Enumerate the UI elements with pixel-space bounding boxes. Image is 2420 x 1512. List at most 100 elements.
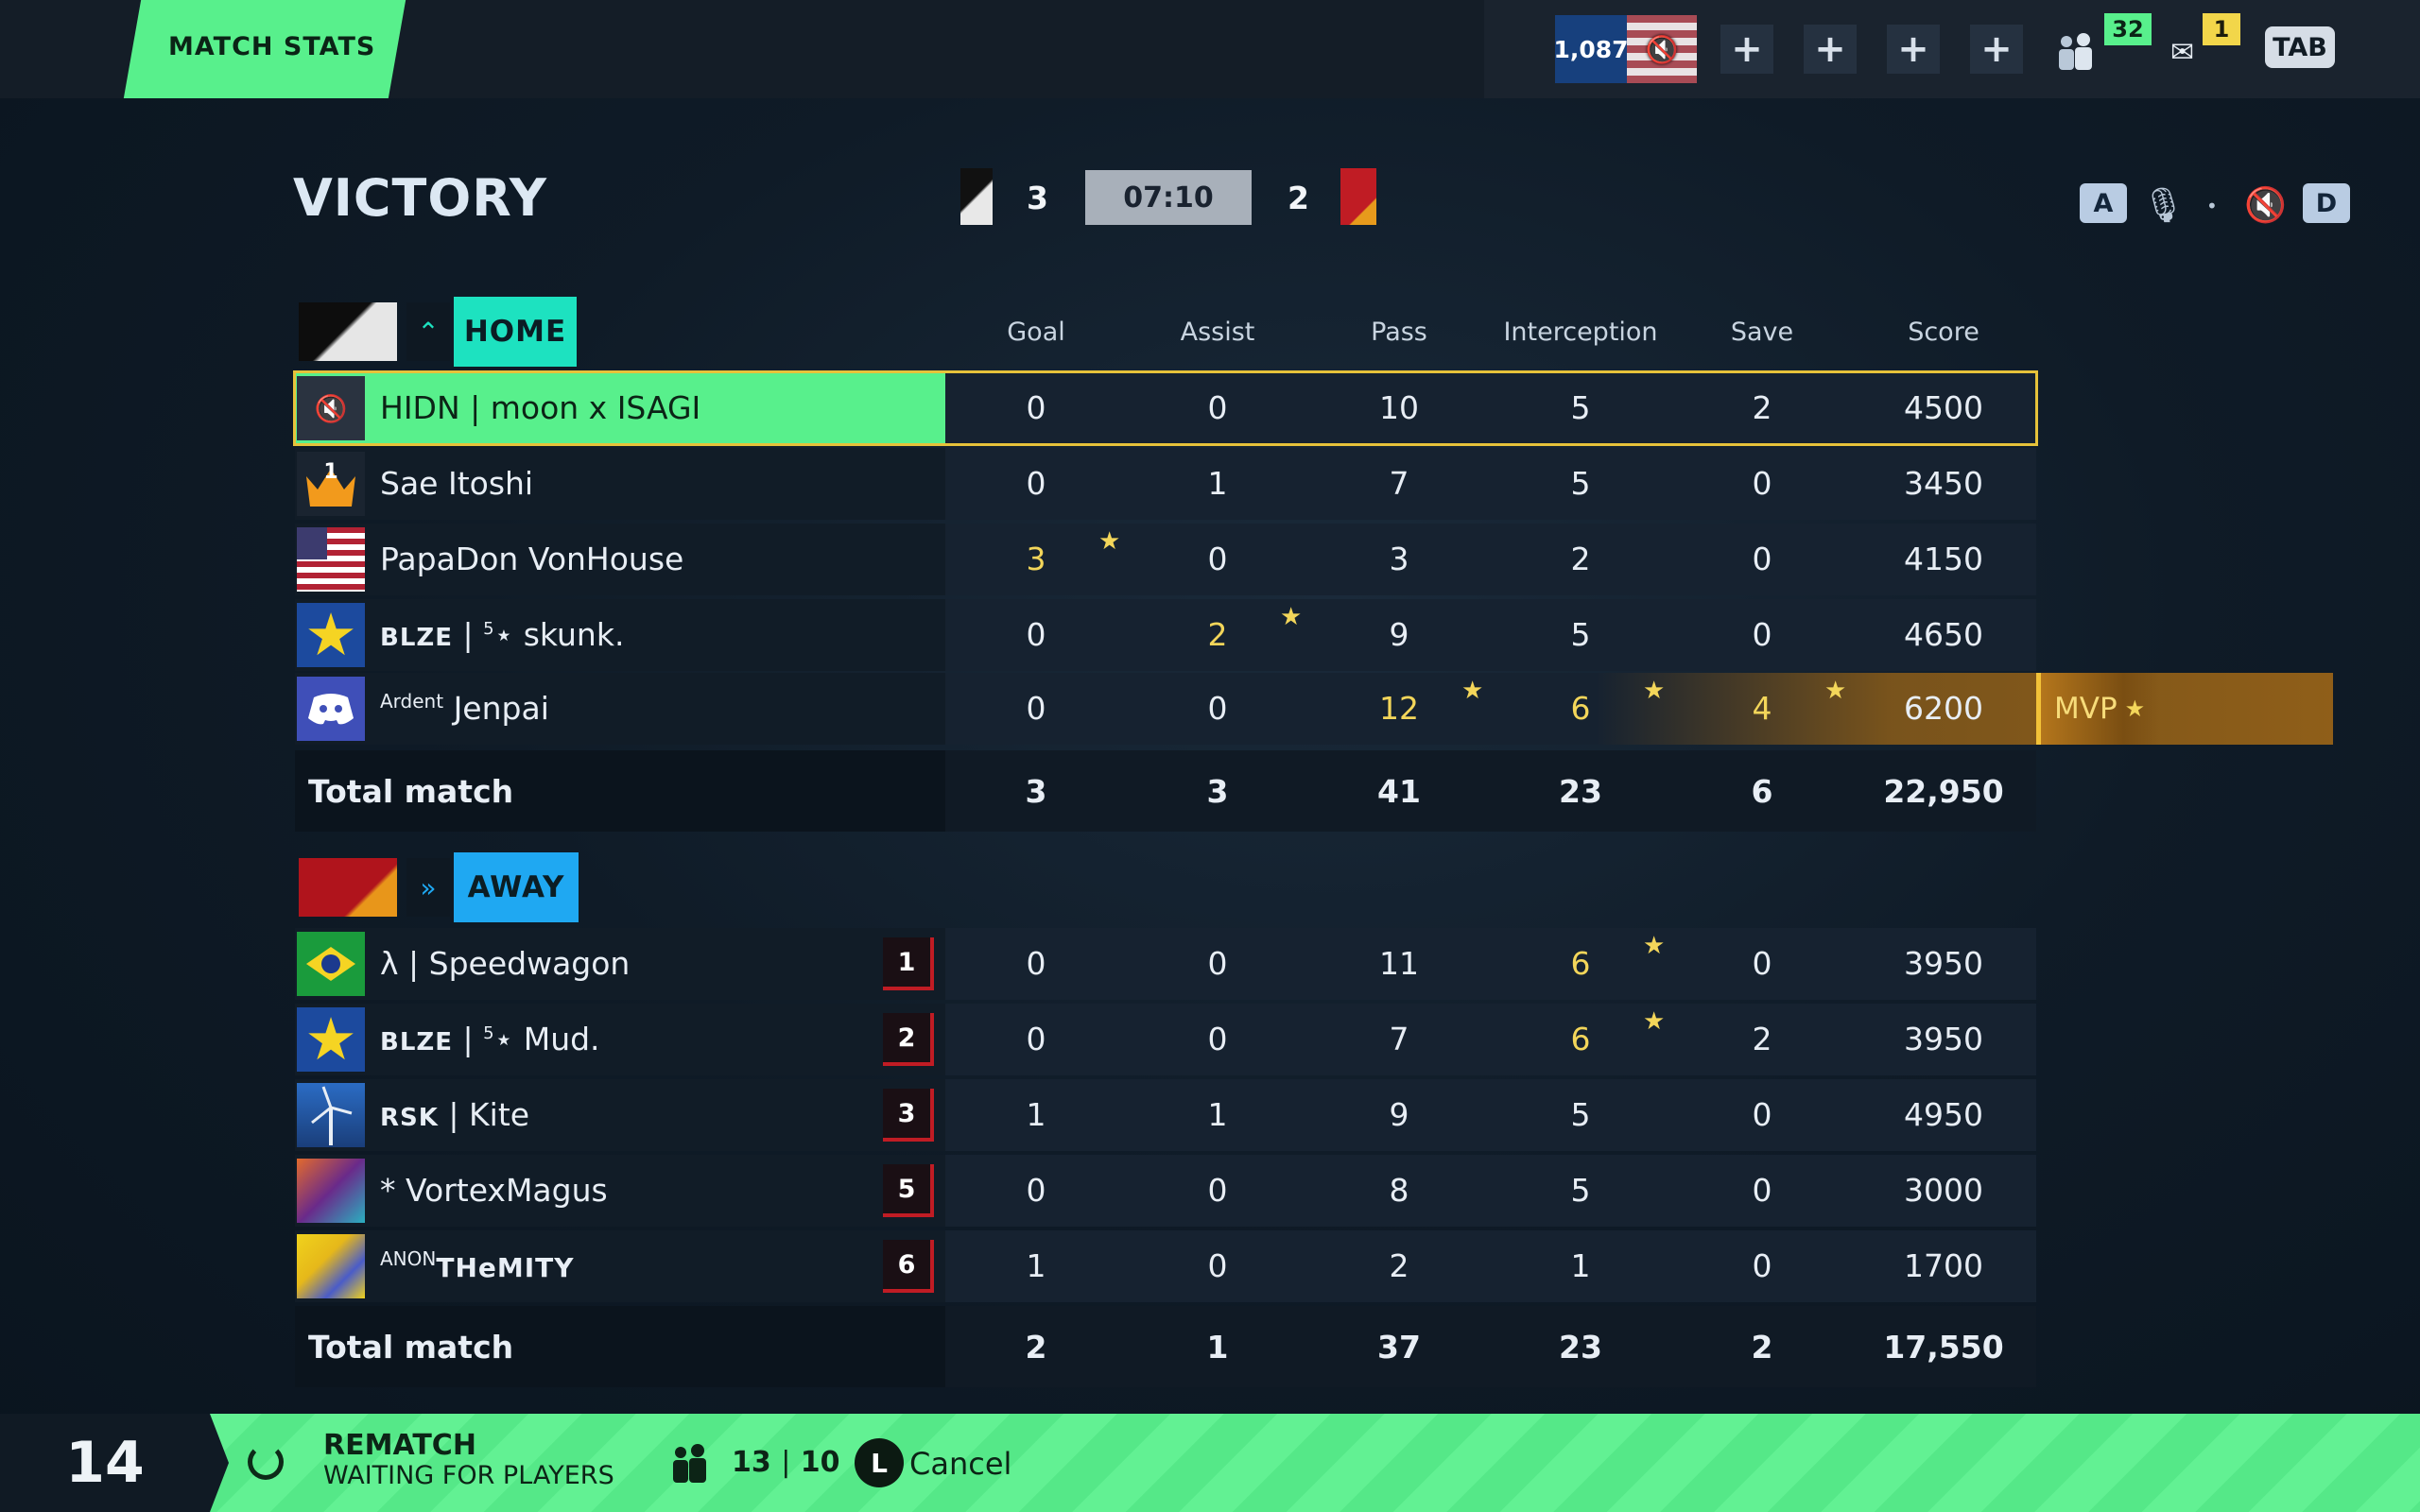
player-name: BLZE | 5⋆ Mud.	[380, 1021, 600, 1057]
best-stat-star-icon: ★	[1643, 932, 1666, 960]
stat-save: 0	[1752, 1247, 1772, 1284]
stat-save: 0	[1752, 1096, 1772, 1133]
star-icon: ★	[304, 603, 357, 667]
brazil-flag-icon	[306, 947, 355, 981]
stat-score: 4150	[1904, 541, 1983, 577]
brazil-flag-avatar	[297, 932, 365, 996]
round-counter-notch	[210, 1414, 229, 1512]
add-slot-button-2[interactable]: +	[1804, 25, 1857, 74]
column-header-assist: Assist	[1180, 318, 1255, 347]
rank-badge: 3	[883, 1089, 934, 1142]
tab-key-button[interactable]: TAB	[2265, 26, 2335, 68]
rematch-title: REMATCH	[323, 1429, 476, 1462]
stat-interception: 5	[1570, 616, 1591, 653]
stat-pass: 7	[1389, 465, 1409, 502]
stat-save: 0	[1752, 945, 1772, 982]
stat-score: 6200	[1904, 690, 1983, 727]
stat-goal: 0	[1026, 690, 1046, 727]
stat-goal: 0	[1026, 1021, 1046, 1057]
best-stat-star-icon: ★	[1461, 677, 1484, 705]
away-player-row-5[interactable]: ANONTHeMITY 6 1 0 2 1 0 1700	[295, 1230, 2036, 1302]
stat-pass: 10	[1379, 389, 1419, 426]
cancel-key-l[interactable]: L	[855, 1438, 904, 1487]
abstract-avatar	[297, 1234, 365, 1298]
speaker-muted-icon[interactable]: 🔇	[2244, 185, 2287, 225]
away-player-row-3[interactable]: RSK | Kite 3 1 1 9 5 0 4950	[295, 1079, 2036, 1151]
stat-save: 0	[1752, 1172, 1772, 1209]
discord-avatar	[297, 677, 365, 741]
star-avatar: ★	[297, 603, 365, 667]
mail-count-badge: 1	[2203, 13, 2240, 45]
key-a-button[interactable]: A	[2080, 183, 2127, 223]
key-d-button[interactable]: D	[2303, 183, 2350, 223]
rank-badge: 6	[883, 1240, 934, 1293]
stat-goal: 0	[1026, 389, 1046, 426]
players-icon	[673, 1444, 706, 1483]
player-name: RSK | Kite	[380, 1096, 530, 1133]
away-team-label: AWAY	[454, 852, 579, 922]
total-label: Total match	[308, 773, 514, 810]
rank-badge: 5	[883, 1164, 934, 1217]
stat-assist: 0	[1207, 1247, 1228, 1284]
total-save: 6	[1751, 773, 1773, 810]
stat-interception: 5	[1570, 1172, 1591, 1209]
profile-flag-badge[interactable]: 🔇	[1627, 15, 1697, 83]
stat-score: 3950	[1904, 945, 1983, 982]
stat-assist: 0	[1207, 1021, 1228, 1057]
stat-save: 2	[1752, 1021, 1772, 1057]
player-name: BLZE | 5⋆ skunk.	[380, 616, 625, 653]
away-player-row-4[interactable]: * VortexMagus 5 0 0 8 5 0 3000	[295, 1155, 2036, 1227]
mvp-badge: MVP ★	[2036, 673, 2159, 745]
stat-pass: 8	[1389, 1172, 1409, 1209]
rank-badge: 2	[883, 1013, 934, 1066]
home-player-row-3[interactable]: PapaDon VonHouse 3 ★ 0 3 2 0 4150	[295, 524, 2036, 595]
mute-icon: 🔇	[314, 392, 348, 424]
stat-interception: 5	[1570, 1096, 1591, 1133]
home-player-row-2[interactable]: 1 Sae Itoshi 0 1 7 5 0 3450	[295, 448, 2036, 520]
monster-avatar	[297, 1159, 365, 1223]
player-name: * VortexMagus	[380, 1172, 608, 1209]
away-player-row-2[interactable]: ★ BLZE | 5⋆ Mud. 2 0 0 7 6 ★ 2 3950	[295, 1004, 2036, 1075]
mic-muted-icon[interactable]: 🎙	[2142, 185, 2186, 225]
discord-icon	[308, 694, 354, 725]
home-player-row-1[interactable]: 🔇 HIDN | moon x ISAGI 0 0 10 5 2 4500	[295, 372, 2036, 444]
loading-spinner-icon	[248, 1444, 284, 1480]
cancel-button[interactable]: Cancel	[909, 1446, 1011, 1482]
player-name: Ardent Jenpai	[380, 690, 549, 727]
rank-badge: 1	[883, 937, 934, 990]
stat-interception: 2	[1570, 541, 1591, 577]
away-total-row: Total match 2 1 37 23 2 17,550	[295, 1306, 2036, 1387]
us-flag-avatar	[297, 527, 365, 592]
stat-interception: 5	[1570, 389, 1591, 426]
player-avatar: 🔇	[297, 376, 365, 440]
dot-separator-icon: •	[2206, 195, 2218, 217]
round-counter: 14	[0, 1414, 210, 1512]
currency-display: 1,087	[1553, 15, 1629, 83]
add-slot-button-1[interactable]: +	[1720, 25, 1773, 74]
stat-score: 4950	[1904, 1096, 1983, 1133]
stat-score: 4500	[1904, 389, 1983, 426]
stat-pass: 2	[1389, 1247, 1409, 1284]
stat-score: 3000	[1904, 1172, 1983, 1209]
stat-score: 3950	[1904, 1021, 1983, 1057]
add-slot-button-3[interactable]: +	[1887, 25, 1940, 74]
stat-goal: 0	[1026, 1172, 1046, 1209]
stat-assist: 0	[1207, 541, 1228, 577]
stat-pass: 7	[1389, 1021, 1409, 1057]
column-header-goal: Goal	[1007, 318, 1065, 347]
away-player-row-1[interactable]: λ | Speedwagon 1 0 0 11 6 ★ 0 3950	[295, 928, 2036, 1000]
add-slot-button-4[interactable]: +	[1970, 25, 2023, 74]
total-assist: 1	[1206, 1329, 1229, 1366]
stat-pass: 3	[1389, 541, 1409, 577]
best-stat-star-icon: ★	[1098, 527, 1121, 556]
total-pass: 41	[1377, 773, 1421, 810]
home-player-row-5[interactable]: Ardent Jenpai 0 0 12 ★ 6 ★ 4 ★ 6200	[295, 673, 2333, 745]
mail-icon[interactable]: ✉	[2170, 36, 2194, 69]
away-team-flag	[299, 858, 397, 917]
best-stat-star-icon: ★	[1643, 677, 1666, 705]
star-icon: ★	[304, 1007, 357, 1072]
home-score: 3	[1027, 180, 1048, 216]
friends-icon[interactable]	[2051, 32, 2100, 70]
stat-save: 0	[1752, 541, 1772, 577]
home-player-row-4[interactable]: ★ BLZE | 5⋆ skunk. 0 2 ★ 9 5 0 4650	[295, 599, 2036, 671]
